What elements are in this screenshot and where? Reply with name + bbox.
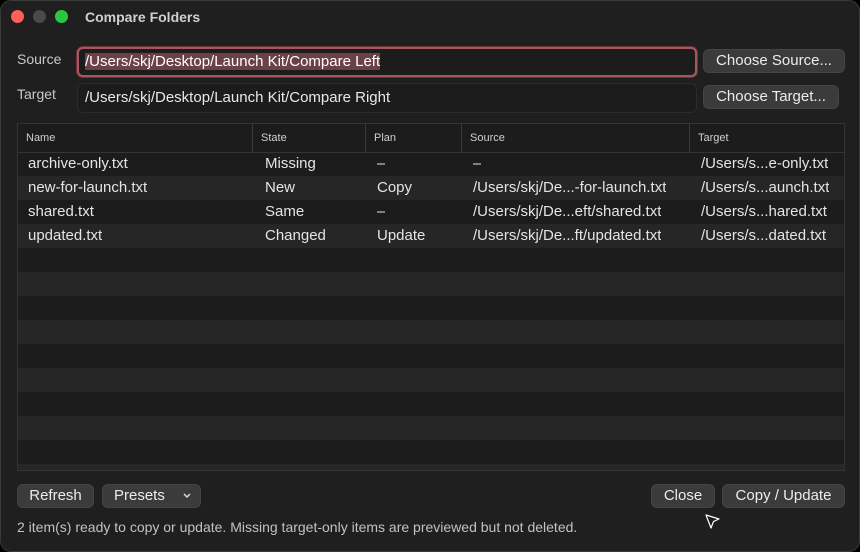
cell-name: shared.txt [28, 203, 94, 220]
presets-popup-button[interactable]: Presets [102, 484, 201, 508]
empty-row [18, 368, 844, 392]
cell-target: /Users/s...dated.txt [701, 227, 827, 244]
column-header-name[interactable]: Name [18, 124, 252, 152]
cell-source: /Users/skj/De...eft/shared.txt [473, 203, 662, 220]
empty-row [18, 344, 844, 368]
cell-target: /Users/s...e-only.txt [701, 155, 829, 172]
empty-row [18, 272, 844, 296]
empty-row [18, 248, 844, 272]
cell-plan: – [377, 203, 386, 220]
comparison-table[interactable]: Name State Plan Source Target archive-on… [17, 123, 845, 471]
empty-row [18, 320, 844, 344]
cell-target: /Users/s...hared.txt [701, 203, 827, 220]
presets-label: Presets [114, 487, 165, 504]
cell-state: Missing [265, 155, 316, 172]
table-rows: archive-only.txt Missing – – /Users/s...… [18, 152, 844, 470]
cell-plan: Update [377, 227, 426, 244]
empty-row [18, 392, 844, 416]
minimize-window-button[interactable] [33, 10, 46, 23]
refresh-button[interactable]: Refresh [17, 484, 94, 508]
copy-update-button[interactable]: Copy / Update [722, 484, 845, 508]
column-header-plan[interactable]: Plan [365, 124, 461, 152]
target-label: Target [17, 86, 56, 102]
compare-folders-window: Compare Folders Source /Users/skj/Deskto… [0, 0, 860, 552]
cell-plan: – [377, 155, 386, 172]
target-path-field[interactable]: /Users/skj/Desktop/Launch Kit/Compare Ri… [77, 83, 697, 113]
window-title: Compare Folders [85, 9, 201, 25]
cell-name: updated.txt [28, 227, 103, 244]
status-message: 2 item(s) ready to copy or update. Missi… [17, 519, 578, 535]
mouse-pointer-icon [705, 514, 721, 537]
choose-target-button[interactable]: Choose Target... [703, 85, 839, 109]
column-header-state[interactable]: State [252, 124, 365, 152]
cell-target: /Users/s...aunch.txt [701, 179, 830, 196]
title-bar: Compare Folders [1, 1, 859, 33]
cell-plan: Copy [377, 179, 413, 196]
empty-row [18, 296, 844, 320]
close-window-button[interactable] [11, 10, 24, 23]
column-header-source[interactable]: Source [461, 124, 689, 152]
empty-row [18, 440, 844, 464]
choose-source-button[interactable]: Choose Source... [703, 49, 845, 73]
empty-row [18, 464, 844, 470]
cell-state: Same [265, 203, 305, 220]
cell-state: Changed [265, 227, 326, 244]
table-header: Name State Plan Source Target [18, 124, 844, 153]
table-row[interactable]: updated.txt Changed Update /Users/skj/De… [18, 224, 844, 248]
cell-source: /Users/skj/De...ft/updated.txt [473, 227, 662, 244]
chevron-down-icon [182, 485, 192, 514]
table-row[interactable]: archive-only.txt Missing – – /Users/s...… [18, 152, 844, 176]
cell-name: archive-only.txt [28, 155, 128, 172]
cell-name: new-for-launch.txt [28, 179, 148, 196]
source-path-field[interactable]: /Users/skj/Desktop/Launch Kit/Compare Le… [77, 47, 697, 77]
cell-source: – [473, 155, 482, 172]
empty-row [18, 416, 844, 440]
cell-state: New [265, 179, 296, 196]
column-header-target[interactable]: Target [689, 124, 844, 152]
close-button[interactable]: Close [651, 484, 715, 508]
zoom-window-button[interactable] [55, 10, 68, 23]
cell-source: /Users/skj/De...-for-launch.txt [473, 179, 667, 196]
table-row[interactable]: shared.txt Same – /Users/skj/De...eft/sh… [18, 200, 844, 224]
source-label: Source [17, 51, 62, 67]
source-path-text: /Users/skj/Desktop/Launch Kit/Compare Le… [85, 53, 381, 70]
table-row[interactable]: new-for-launch.txt New Copy /Users/skj/D… [18, 176, 844, 200]
